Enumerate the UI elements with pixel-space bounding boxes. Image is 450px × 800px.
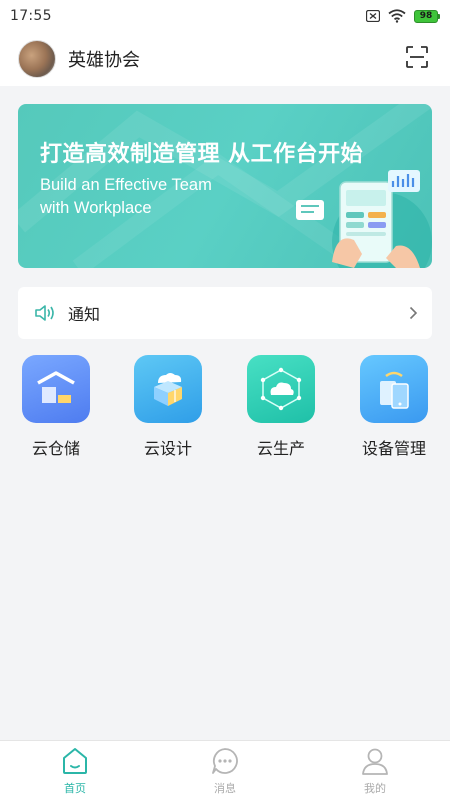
tab-profile[interactable]: 我的 <box>335 746 415 798</box>
wifi-icon <box>388 9 406 23</box>
tab-home[interactable]: 首页 <box>35 746 115 798</box>
tab-label: 首页 <box>64 782 86 795</box>
chevron-right-icon <box>409 306 418 320</box>
app-item-cloud-design[interactable]: 云设计 <box>118 355 218 460</box>
status-time: 17:55 <box>10 8 52 24</box>
status-bar: 17:55 98 <box>0 0 450 32</box>
speaker-icon <box>35 305 54 321</box>
tab-messages[interactable]: 消息 <box>185 746 265 798</box>
warehouse-icon <box>22 355 90 423</box>
notice-row[interactable]: 通知 <box>18 287 432 339</box>
profile-icon <box>362 748 388 775</box>
avatar[interactable] <box>18 40 56 78</box>
battery-level: 98 <box>419 11 433 21</box>
home-icon <box>63 748 87 774</box>
app-label: 设备管理 <box>361 439 426 458</box>
tab-label: 消息 <box>214 782 236 795</box>
app-item-cloud-production[interactable]: 云生产 <box>231 355 331 460</box>
page-title: 英雄协会 <box>68 50 140 71</box>
tab-label: 我的 <box>364 782 386 795</box>
banner-subtitle-line1: Build an Effective Team <box>40 176 212 194</box>
app-item-warehouse[interactable]: 云仓储 <box>6 355 106 460</box>
banner-subtitle: Build an Effective Team with Workplace <box>40 174 212 220</box>
app-grid: 云仓储 云设计 云生产 设备管理 <box>0 355 450 465</box>
app-item-device-management[interactable]: 设备管理 <box>344 355 444 460</box>
notice-label: 通知 <box>68 305 101 324</box>
cloud-production-icon <box>247 355 315 423</box>
notification-box-icon <box>366 10 380 22</box>
scan-icon[interactable] <box>406 46 428 68</box>
workplace-illustration-icon <box>296 170 432 268</box>
status-icons: 98 <box>366 9 440 23</box>
message-icon <box>212 748 238 774</box>
app-label: 云生产 <box>256 439 305 458</box>
bottom-tab-bar: 首页 消息 我的 <box>0 740 450 800</box>
promo-banner[interactable]: 打造高效制造管理 从工作台开始 Build an Effective Team … <box>18 104 432 268</box>
app-header: 英雄协会 <box>0 32 450 86</box>
cloud-design-icon <box>134 355 202 423</box>
device-management-icon <box>360 355 428 423</box>
app-label: 云仓储 <box>31 439 80 458</box>
app-label: 云设计 <box>143 439 192 458</box>
banner-subtitle-line2: with Workplace <box>40 199 152 217</box>
battery-icon: 98 <box>414 9 440 23</box>
